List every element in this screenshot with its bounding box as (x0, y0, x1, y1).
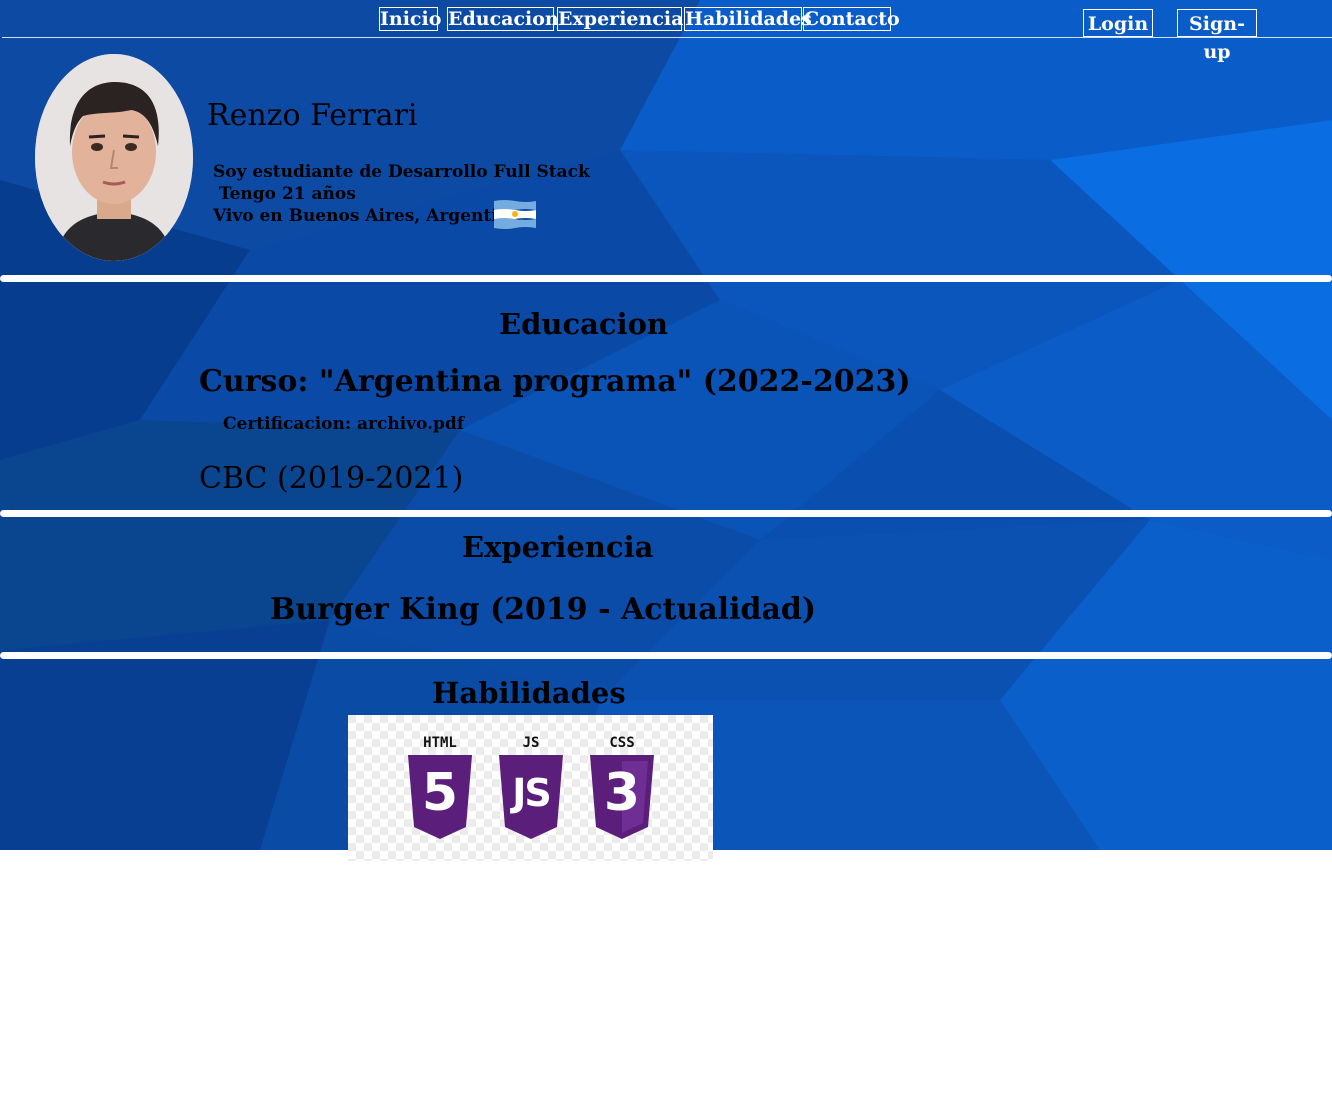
css3-badge: CSS 3 (590, 735, 654, 839)
bio-line-location: Vivo en Buenos Aires, Argentina (213, 206, 522, 226)
education-title: Educacion (499, 307, 669, 341)
education-item-title: CBC (2019-2021) (199, 461, 464, 496)
experience-item: Burger King (2019 - Actualidad) (270, 592, 817, 627)
nav-link-educacion[interactable]: Educacion (447, 7, 559, 31)
education-item-title: Curso: "Argentina programa" (2022-2023) (199, 364, 911, 399)
signup-button[interactable]: Sign-up (1177, 9, 1257, 63)
html5-badge: HTML 5 (408, 735, 472, 839)
nav-link-inicio[interactable]: Inicio (379, 7, 441, 31)
avatar (35, 54, 193, 261)
skills-title: Habilidades (432, 676, 626, 710)
badge-mark: 5 (421, 763, 459, 823)
education-certificate-link[interactable]: Certificacion: archivo.pdf (223, 414, 464, 434)
argentina-flag-icon (494, 199, 536, 230)
bio-line-study: Soy estudiante de Desarrollo Full Stack (213, 162, 590, 182)
nav-link-experiencia[interactable]: Experiencia (557, 7, 683, 31)
nav-link-habilidades[interactable]: Habilidades (684, 7, 812, 31)
login-button[interactable]: Login (1083, 9, 1153, 37)
badge-label: CSS (609, 735, 635, 751)
section-divider (0, 652, 1332, 659)
skills-badges-image: HTML 5 JS JS CSS 3 (348, 715, 713, 861)
nav-divider (2, 37, 1332, 38)
section-divider (0, 275, 1332, 282)
section-divider (0, 510, 1332, 517)
experience-title: Experiencia (462, 530, 654, 564)
badge-label: JS (522, 735, 540, 751)
badge-label: HTML (423, 735, 457, 751)
profile-name: Renzo Ferrari (207, 98, 418, 133)
nav-link-contacto[interactable]: Contacto (803, 7, 900, 31)
js-badge: JS JS (499, 735, 563, 839)
badge-mark: 3 (603, 763, 641, 823)
badge-mark: JS (512, 771, 552, 815)
bio-line-age: Tengo 21 años (213, 184, 356, 204)
